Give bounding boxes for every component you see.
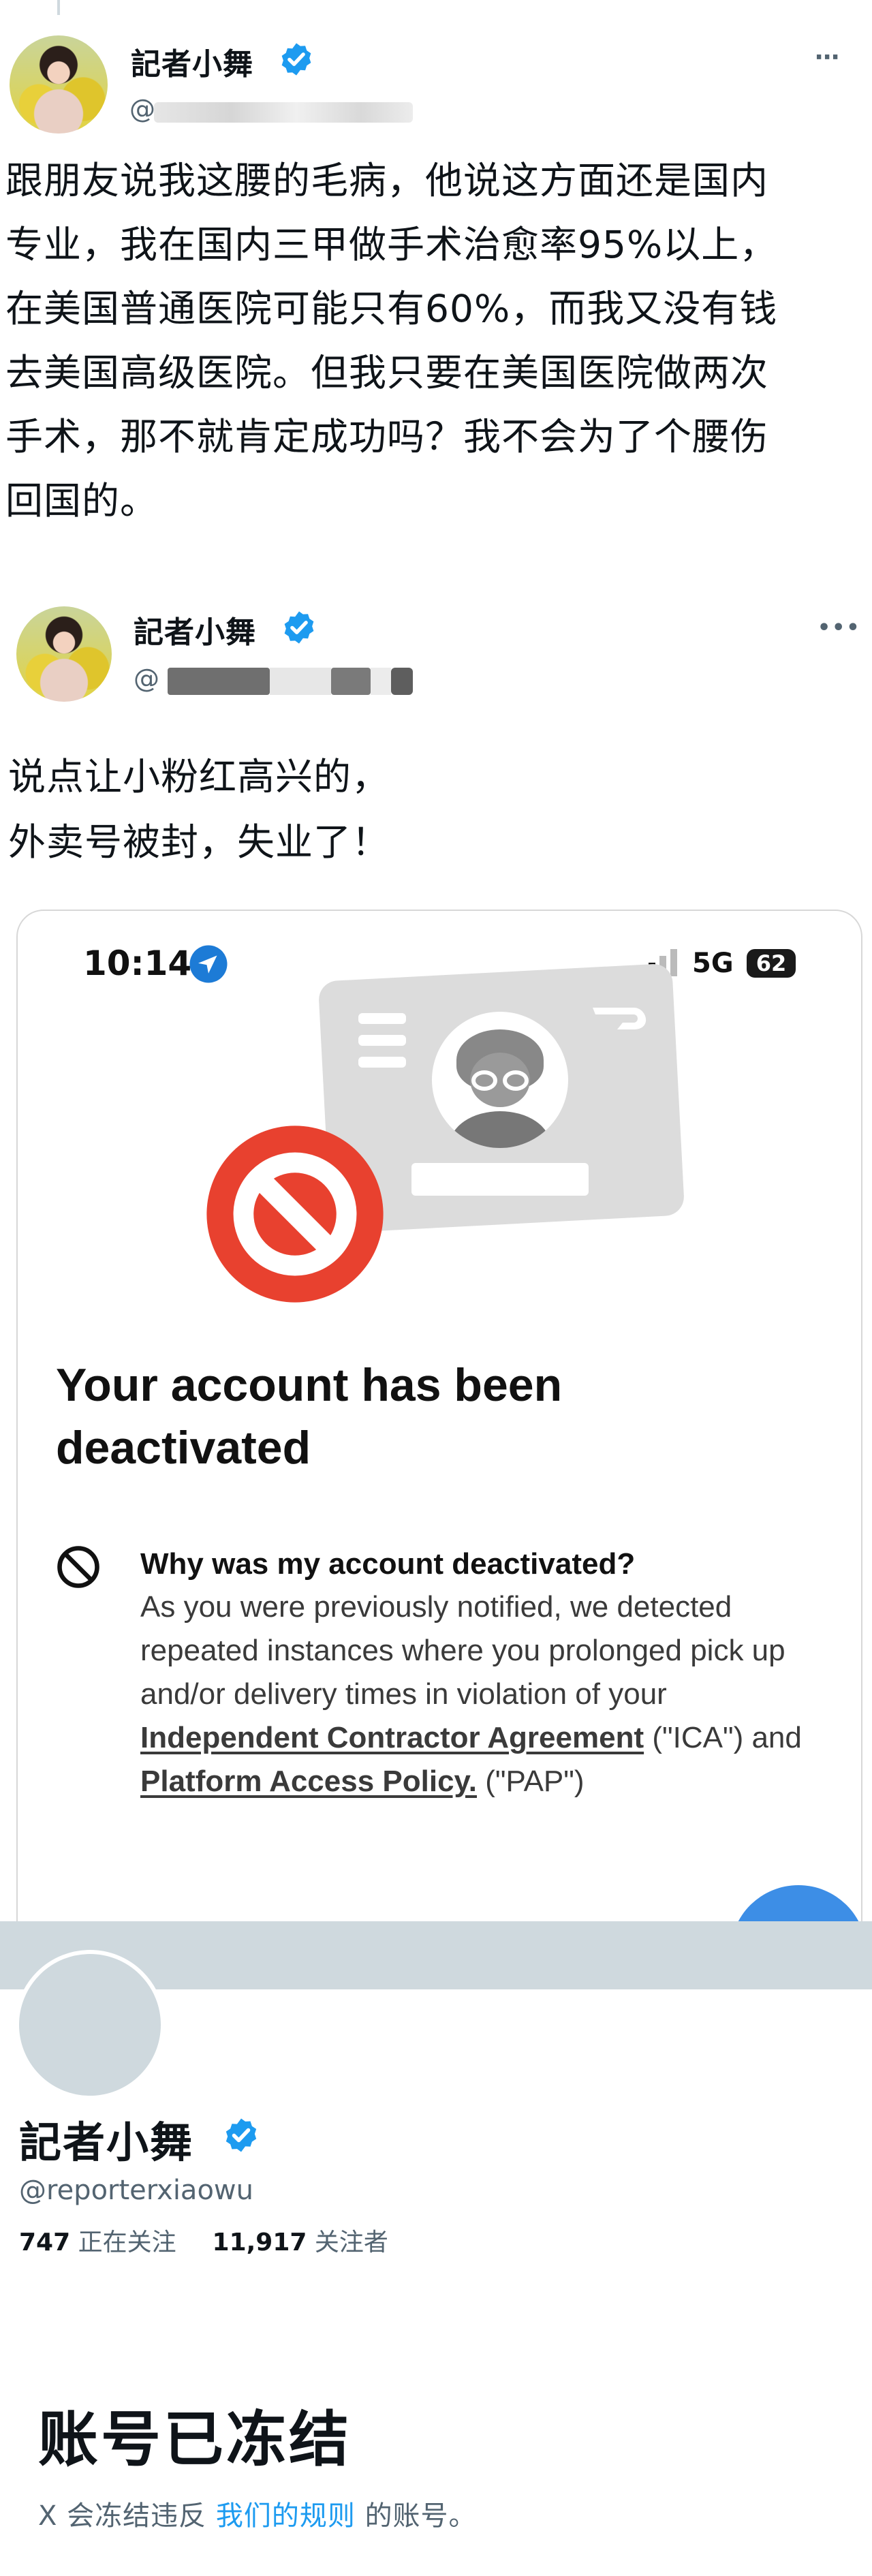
dash-logo-icon bbox=[593, 1008, 647, 1029]
profile-name: 記者小舞 bbox=[19, 2117, 194, 2167]
why-deactivated-body: As you were previously notified, we dete… bbox=[140, 1590, 802, 1798]
deactivated-title: Your account has been deactivated bbox=[56, 1359, 563, 1474]
profile-avatar[interactable] bbox=[15, 1950, 165, 2100]
avatar[interactable] bbox=[10, 35, 108, 134]
account-frozen-subtitle: X 会冻结违反 我们的规则 的账号。 bbox=[38, 2500, 477, 2532]
rules-link[interactable]: 我们的规则 bbox=[216, 2500, 356, 2532]
followers-count[interactable]: 11,917 bbox=[213, 2229, 307, 2256]
network-type: 5G bbox=[692, 948, 734, 979]
thread-line bbox=[57, 0, 60, 15]
tweet-2: 記者小舞 ••• @ 说点让小粉红高兴的， 外卖号被封，失业了！ bbox=[0, 600, 872, 906]
tweet-text: 说点让小粉红高兴的， 外卖号被封，失业了！ bbox=[8, 755, 390, 864]
status-time: 10:14 bbox=[83, 944, 192, 983]
account-frozen-title: 账号已冻结 bbox=[38, 2404, 352, 2474]
avatar-illustration bbox=[432, 1012, 568, 1148]
verified-badge-icon bbox=[281, 43, 311, 76]
author-name[interactable]: 記者小舞 bbox=[134, 608, 256, 651]
battery-icon: 62 bbox=[747, 949, 796, 978]
author-handle: @ bbox=[129, 94, 155, 124]
verified-badge-icon bbox=[284, 611, 314, 644]
prohibited-icon bbox=[206, 1126, 384, 1303]
handle-redacted bbox=[154, 102, 413, 123]
attached-screenshot[interactable]: 10:14 5G 62 Your account has been deacti… bbox=[16, 910, 862, 1931]
profile-handle: @reporterxiaowu bbox=[19, 2175, 253, 2206]
more-button[interactable]: ••• bbox=[818, 616, 861, 640]
handle-redacted bbox=[168, 668, 413, 695]
location-arrow-icon bbox=[189, 945, 228, 983]
why-deactivated-heading: Why was my account deactivated? bbox=[140, 1547, 636, 1581]
ica-link[interactable]: Independent Contractor Agreement bbox=[140, 1721, 644, 1754]
followers-label[interactable]: 关注者 bbox=[315, 2229, 388, 2256]
author-handle: @ bbox=[134, 664, 159, 694]
tweet-1: 記者小舞 ⋯ @ 跟朋友说我这腰的毛病，他说这方面还是国内 专业，我在国内三甲做… bbox=[0, 0, 872, 600]
following-label[interactable]: 正在关注 bbox=[78, 2229, 176, 2256]
follow-stats: 747 正在关注 11,917 关注者 bbox=[19, 2222, 388, 2258]
following-count[interactable]: 747 bbox=[19, 2229, 70, 2256]
pap-link[interactable]: Platform Access Policy. bbox=[140, 1765, 477, 1798]
author-name[interactable]: 記者小舞 bbox=[131, 40, 253, 83]
verified-badge-icon bbox=[225, 2118, 257, 2152]
more-dots-icon[interactable]: ⋯ bbox=[815, 44, 841, 72]
tweet-text: 跟朋友说我这腰的毛病，他说这方面还是国内 专业，我在国内三甲做手术治愈率95%以… bbox=[5, 159, 778, 523]
circle-slash-icon bbox=[57, 1546, 99, 1588]
avatar[interactable] bbox=[16, 606, 112, 702]
